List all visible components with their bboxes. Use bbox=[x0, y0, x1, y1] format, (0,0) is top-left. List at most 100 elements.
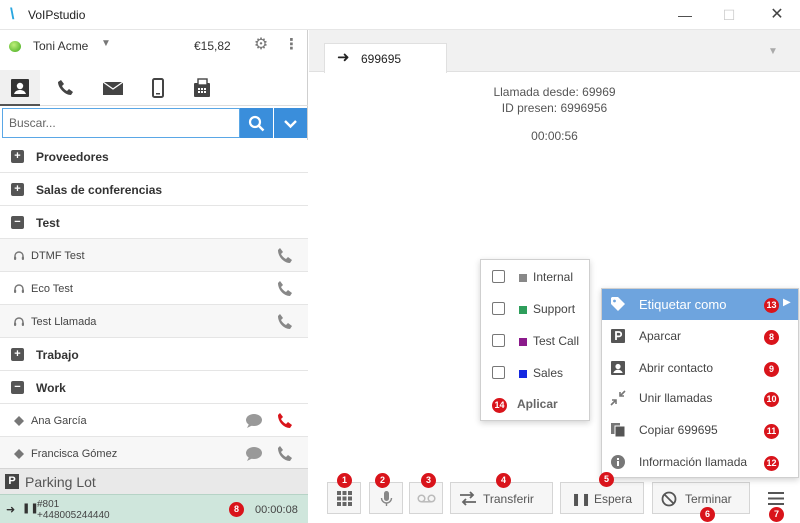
apply-label: Aplicar bbox=[517, 397, 558, 411]
hold-button[interactable]: ❚❚ Espera bbox=[560, 482, 644, 514]
search-button[interactable] bbox=[240, 108, 273, 138]
step-badge: 11 bbox=[764, 424, 779, 439]
tag-color-swatch bbox=[519, 274, 527, 282]
account-name[interactable]: Toni Acme bbox=[33, 39, 88, 53]
step-badge: 8 bbox=[229, 502, 244, 517]
group-row-test[interactable]: − Test bbox=[0, 206, 308, 239]
tab-contacts[interactable] bbox=[0, 70, 40, 106]
contact-row[interactable]: Ana García bbox=[0, 404, 308, 437]
keypad-icon bbox=[337, 491, 352, 506]
tag-color-swatch bbox=[519, 338, 527, 346]
outgoing-arrow-icon: ➜ bbox=[6, 504, 16, 516]
info-icon bbox=[611, 455, 625, 469]
tag-color-swatch bbox=[519, 370, 527, 378]
tag-checkbox[interactable] bbox=[492, 302, 505, 315]
tab-calls[interactable] bbox=[46, 70, 86, 106]
contact-name: Eco Test bbox=[31, 283, 73, 295]
group-row-work[interactable]: − Work bbox=[0, 371, 308, 404]
step-badge: 10 bbox=[764, 392, 779, 407]
expand-icon[interactable]: + bbox=[11, 183, 24, 196]
group-row-salas[interactable]: + Salas de conferencias bbox=[0, 173, 308, 206]
gear-icon[interactable]: ⚙ bbox=[252, 36, 270, 54]
call-phone-icon[interactable] bbox=[276, 247, 296, 265]
active-call-item[interactable]: ➜ ❚❚ #801 +448005244440 8 00:00:08 bbox=[0, 494, 308, 523]
menu-item-park[interactable]: Aparcar 8 bbox=[602, 321, 798, 352]
search-bar bbox=[0, 107, 308, 139]
call-phone-icon[interactable] bbox=[276, 445, 296, 463]
step-badge: 1 bbox=[337, 473, 352, 488]
tag-label: Sales bbox=[533, 366, 564, 380]
presence-status-icon[interactable] bbox=[9, 41, 21, 52]
minimize-button[interactable]: — bbox=[672, 4, 698, 26]
phone-icon bbox=[58, 80, 73, 95]
chevron-down-icon bbox=[284, 120, 297, 129]
tab-sms[interactable] bbox=[138, 70, 178, 106]
collapse-icon[interactable]: − bbox=[11, 381, 24, 394]
step-badge: 3 bbox=[421, 473, 436, 488]
hold-label: Espera bbox=[594, 492, 633, 506]
more-vertical-icon[interactable]: ⋮ bbox=[284, 36, 299, 54]
call-phone-icon[interactable] bbox=[276, 313, 296, 331]
chevron-down-icon[interactable]: ▼ bbox=[101, 38, 111, 49]
close-button[interactable]: ✕ bbox=[764, 4, 790, 26]
contact-list: + Proveedores + Salas de conferencias − … bbox=[0, 140, 308, 470]
menu-item-merge-calls[interactable]: Unir llamadas 10 bbox=[602, 383, 798, 414]
chevron-down-icon[interactable]: ▼ bbox=[768, 46, 778, 57]
chat-bubble-icon[interactable] bbox=[244, 446, 264, 462]
tab-messages[interactable] bbox=[92, 70, 132, 106]
call-timer: 00:00:08 bbox=[255, 504, 298, 516]
menu-item-tag[interactable]: Etiquetar como 13 ▶ bbox=[602, 289, 798, 320]
expand-icon[interactable]: + bbox=[11, 150, 24, 163]
group-row-trabajo[interactable]: + Trabajo bbox=[0, 338, 308, 371]
search-input[interactable] bbox=[2, 108, 240, 138]
contact-row[interactable]: Test Llamada bbox=[0, 305, 308, 338]
tag-option[interactable]: Support bbox=[481, 294, 591, 326]
contact-row[interactable]: Eco Test bbox=[0, 272, 308, 305]
tag-label: Internal bbox=[533, 270, 574, 284]
tag-option[interactable]: Test Call bbox=[481, 326, 591, 358]
menu-item-label: Aparcar bbox=[639, 329, 682, 343]
call-details: Llamada desde: 69969 ID presen: 6996956 … bbox=[309, 84, 800, 144]
group-row-proveedores[interactable]: + Proveedores bbox=[0, 140, 308, 173]
group-label: Salas de conferencias bbox=[36, 183, 163, 197]
menu-item-label: Unir llamadas bbox=[639, 391, 713, 405]
filter-dropdown-button[interactable] bbox=[274, 108, 307, 138]
block-icon bbox=[661, 491, 677, 507]
contact-row[interactable]: DTMF Test bbox=[0, 239, 308, 272]
group-label: Proveedores bbox=[36, 150, 109, 164]
call-duration: 00:00:56 bbox=[531, 129, 578, 143]
menu-item-call-info[interactable]: Información llamada 12 bbox=[602, 447, 798, 478]
parking-label: Parking Lot bbox=[25, 474, 96, 490]
menu-item-open-contact[interactable]: Abrir contacto 9 bbox=[602, 353, 798, 384]
call-context-menu: Etiquetar como 13 ▶ Aparcar 8 Abrir cont… bbox=[601, 288, 799, 478]
tag-option[interactable]: Internal bbox=[481, 262, 591, 294]
group-label: Trabajo bbox=[36, 348, 79, 362]
chat-bubble-icon[interactable] bbox=[244, 413, 264, 429]
parking-lot-bar[interactable]: P Parking Lot bbox=[0, 468, 308, 494]
contact-name: Francisca Gómez bbox=[31, 448, 118, 460]
tag-checkbox[interactable] bbox=[492, 270, 505, 283]
voicemail-icon bbox=[417, 494, 436, 503]
call-phone-icon[interactable] bbox=[276, 280, 296, 298]
maximize-button[interactable]: ☐ bbox=[716, 4, 742, 26]
transfer-icon bbox=[460, 491, 476, 506]
mail-icon bbox=[102, 81, 124, 95]
tab-fax[interactable] bbox=[182, 70, 222, 106]
search-icon bbox=[248, 115, 265, 132]
menu-item-copy-number[interactable]: Copiar 699695 11 bbox=[602, 415, 798, 446]
call-phone-icon[interactable] bbox=[276, 412, 296, 430]
expand-icon[interactable]: + bbox=[11, 348, 24, 361]
tag-option[interactable]: Sales bbox=[481, 358, 591, 390]
call-extension: #801 bbox=[37, 499, 60, 510]
collapse-icon[interactable]: − bbox=[11, 216, 24, 229]
tag-checkbox[interactable] bbox=[492, 366, 505, 379]
tag-checkbox[interactable] bbox=[492, 334, 505, 347]
apply-tags-button[interactable]: 14 Aplicar bbox=[481, 390, 591, 420]
call-tab-bar: ➜ 699695 ▼ bbox=[309, 30, 800, 73]
contact-row[interactable]: Francisca Gómez bbox=[0, 437, 308, 470]
step-badge: 12 bbox=[764, 456, 779, 471]
group-label: Test bbox=[36, 216, 60, 230]
group-label: Work bbox=[36, 381, 66, 395]
call-tab[interactable]: ➜ 699695 bbox=[324, 43, 447, 73]
pause-icon: ❚❚ bbox=[571, 492, 592, 506]
